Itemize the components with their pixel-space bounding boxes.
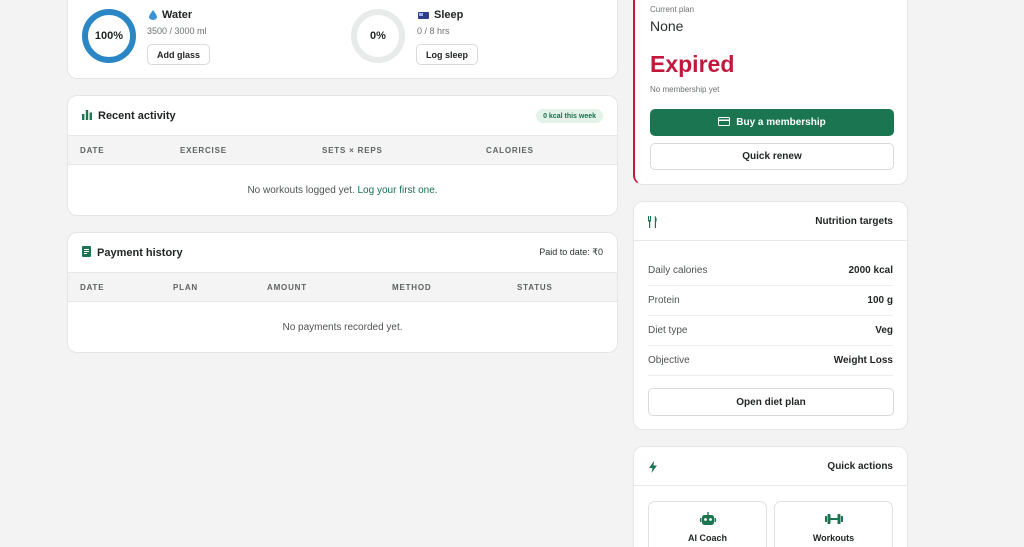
quick-renew-button[interactable]: Quick renew	[650, 143, 894, 170]
column-header: DATE	[80, 146, 105, 155]
nutrition-targets-card: Nutrition targets Daily calories 2000 kc…	[633, 201, 908, 430]
nutrition-row-objective: Objective Weight Loss	[648, 346, 893, 376]
workouts-tile[interactable]: Workouts	[774, 501, 893, 547]
current-plan-value: None	[650, 18, 684, 34]
membership-card: Current plan None Expired No membership …	[633, 0, 908, 185]
column-header: SETS × REPS	[322, 146, 383, 155]
bed-icon	[418, 11, 429, 20]
receipt-icon	[82, 244, 91, 262]
lightning-icon	[649, 460, 657, 478]
sleep-amount: 0 / 8 hrs	[417, 26, 450, 36]
activity-empty-state: No workouts logged yet. Log your first o…	[247, 185, 438, 196]
bar-chart-icon	[82, 107, 92, 125]
nutrition-row-diet-type: Diet type Veg	[648, 316, 893, 346]
payments-empty-state: No payments recorded yet.	[282, 322, 403, 333]
current-plan-label: Current plan	[650, 5, 695, 14]
recent-activity-card: Recent activity 0 kcal this week DATE EX…	[67, 95, 618, 216]
payment-history-header: Payment history	[68, 233, 617, 272]
recent-activity-title: Recent activity	[98, 109, 176, 122]
log-first-workout-link[interactable]: Log your first one.	[358, 185, 438, 196]
log-sleep-button[interactable]: Log sleep	[416, 44, 479, 65]
column-header: AMOUNT	[267, 283, 307, 292]
nutrition-title: Nutrition targets	[815, 216, 893, 227]
activity-table-header: DATE EXERCISE SETS × REPS CALORIES	[68, 135, 617, 165]
water-title: Water	[149, 9, 192, 21]
column-header: METHOD	[392, 283, 432, 292]
sleep-percent: 0%	[370, 30, 386, 42]
tracker-card: 100% Water 3500 / 3000 ml Add glass 0% S…	[67, 0, 618, 79]
ai-coach-tile[interactable]: AI Coach	[648, 501, 767, 547]
membership-note: No membership yet	[650, 85, 720, 94]
buy-membership-button[interactable]: Buy a membership	[650, 109, 894, 136]
sleep-progress-ring: 0%	[351, 9, 405, 63]
paid-to-date: Paid to date: ₹0	[539, 247, 603, 257]
water-progress-ring: 100%	[82, 9, 136, 63]
column-header: EXERCISE	[180, 146, 227, 155]
sleep-title: Sleep	[418, 9, 463, 21]
kcal-week-badge: 0 kcal this week	[536, 109, 603, 123]
water-amount: 3500 / 3000 ml	[147, 26, 207, 36]
add-glass-button[interactable]: Add glass	[147, 44, 211, 65]
nutrition-header: Nutrition targets	[634, 202, 907, 241]
credit-card-icon	[718, 116, 731, 129]
nutrition-row-protein: Protein 100 g	[648, 286, 893, 316]
recent-activity-header: Recent activity	[68, 96, 617, 135]
open-diet-plan-button[interactable]: Open diet plan	[648, 388, 894, 416]
workouts-label: Workouts	[812, 533, 855, 543]
column-header: STATUS	[517, 283, 553, 292]
payment-history-title: Payment history	[97, 246, 183, 259]
column-header: CALORIES	[486, 146, 534, 155]
water-percent: 100%	[94, 30, 124, 42]
column-header: PLAN	[173, 283, 198, 292]
nutrition-row-calories: Daily calories 2000 kcal	[648, 256, 893, 286]
payment-history-card: Payment history Paid to date: ₹0 DATE PL…	[67, 232, 618, 353]
ai-coach-label: AI Coach	[687, 533, 727, 543]
water-drop-icon	[149, 10, 157, 20]
column-header: DATE	[80, 283, 105, 292]
payment-table-header: DATE PLAN AMOUNT METHOD STATUS	[68, 272, 617, 302]
utensils-icon	[648, 215, 658, 233]
quick-actions-card: Quick actions AI Coach Workouts	[633, 446, 908, 547]
dumbbell-icon	[775, 512, 892, 530]
quick-actions-header: Quick actions	[634, 447, 907, 486]
membership-status: Expired	[650, 51, 735, 77]
quick-actions-title: Quick actions	[827, 461, 893, 472]
robot-icon	[649, 512, 766, 531]
